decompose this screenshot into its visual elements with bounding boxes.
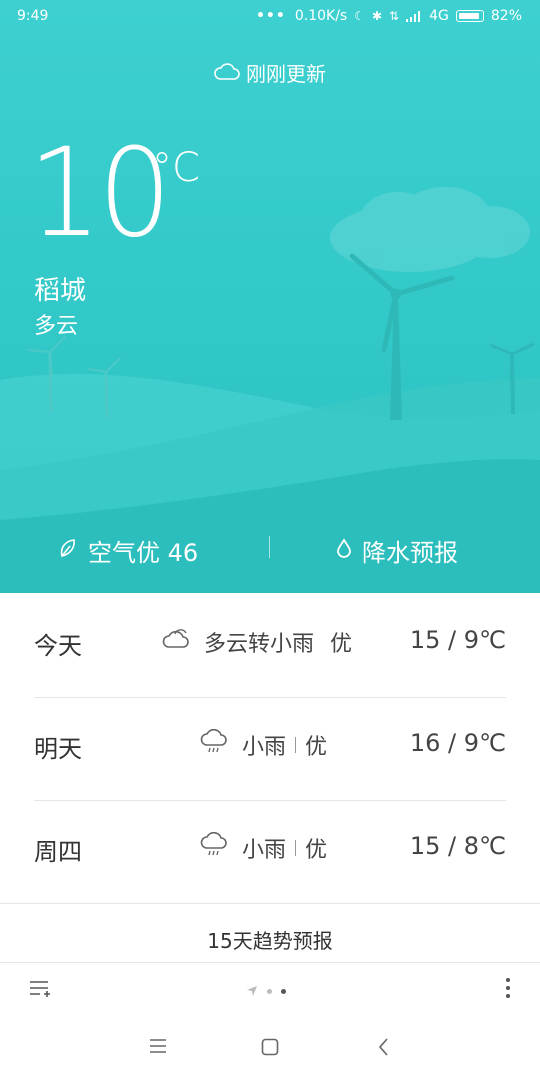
light-rain-icon xyxy=(200,728,228,761)
cloud-icon xyxy=(214,62,240,86)
data-arrows-icon: ⇅ xyxy=(389,9,400,23)
air-quality-label: 空气优 46 xyxy=(88,539,199,567)
update-status[interactable]: 刚刚更新 xyxy=(0,58,540,88)
signal-icon xyxy=(406,10,422,22)
section-divider xyxy=(0,903,540,904)
moon-icon: ☾ xyxy=(354,9,365,23)
update-status-label: 刚刚更新 xyxy=(246,62,326,86)
forecast-condition: 小雨 优 xyxy=(200,831,328,864)
home-icon[interactable] xyxy=(260,1037,280,1061)
forecast-row-thursday[interactable]: 周四 小雨 优 15 / 8℃ xyxy=(34,802,506,904)
temperature-unit: °C xyxy=(152,145,200,191)
status-time: 9:49 xyxy=(17,8,49,24)
more-dots-icon: ••• xyxy=(255,8,286,24)
air-quality-button[interactable]: 空气优 46 xyxy=(58,533,198,568)
menu-icon[interactable] xyxy=(148,1037,168,1059)
forecast-condition-label: 多云转小雨 xyxy=(204,632,315,657)
droplet-icon xyxy=(336,537,352,565)
forecast-air-quality: 优 xyxy=(330,632,353,657)
forecast-day: 今天 xyxy=(34,632,82,660)
forecast-temps: 16 / 9℃ xyxy=(409,729,506,757)
forecast-condition: 小雨 优 xyxy=(200,728,328,761)
status-bar: 9:49 ••• 0.10K/s ☾ ✱ ⇅ 4G 82% xyxy=(0,0,540,32)
back-icon[interactable] xyxy=(376,1037,392,1061)
cloudy-icon xyxy=(162,628,190,656)
battery-percent: 82% xyxy=(490,8,522,24)
page-dot xyxy=(267,989,272,994)
precipitation-forecast-button[interactable]: 降水预报 xyxy=(336,533,458,568)
fifteen-day-trend-link[interactable]: 15天趋势预报 xyxy=(0,925,540,954)
battery-icon xyxy=(455,10,484,22)
bluetooth-icon: ✱ xyxy=(371,9,383,23)
location-arrow-icon xyxy=(246,982,258,1001)
manage-cities-icon[interactable] xyxy=(28,978,52,1004)
forecast-condition-label: 小雨 xyxy=(242,735,287,760)
page-dot-active xyxy=(281,989,286,994)
separator xyxy=(295,840,297,856)
light-rain-icon xyxy=(200,831,228,864)
forecast-temps: 15 / 9℃ xyxy=(409,626,506,654)
page-indicator[interactable] xyxy=(246,982,286,1001)
forecast-day: 明天 xyxy=(34,735,82,763)
network-type: 4G xyxy=(429,8,449,24)
forecast-row-tomorrow[interactable]: 明天 小雨 优 16 / 9℃ xyxy=(34,699,506,801)
row-divider xyxy=(34,800,506,801)
forecast-day: 周四 xyxy=(34,838,82,866)
forecast-condition-label: 小雨 xyxy=(242,838,287,863)
city-name: 稻城 xyxy=(34,276,87,306)
forecast-temps: 15 / 8℃ xyxy=(409,832,506,860)
toolbar-divider xyxy=(0,962,540,963)
forecast-row-today[interactable]: 今天 多云转小雨 优 15 / 9℃ xyxy=(34,596,506,698)
forecast-condition: 多云转小雨 优 xyxy=(162,626,352,658)
forecast-air-quality: 优 xyxy=(305,838,328,863)
current-condition: 多云 xyxy=(34,314,79,339)
separator xyxy=(295,737,297,753)
network-speed: 0.10K/s xyxy=(294,8,348,24)
current-temperature: 10 xyxy=(28,122,172,264)
forecast-air-quality: 优 xyxy=(305,735,328,760)
summary-divider xyxy=(269,536,270,558)
status-indicators: ••• 0.10K/s ☾ ✱ ⇅ 4G 82% xyxy=(256,8,522,24)
row-divider xyxy=(34,697,506,698)
weather-hero: 9:49 ••• 0.10K/s ☾ ✱ ⇅ 4G 82% 刚刚更新 10 °C… xyxy=(0,0,540,593)
precipitation-label: 降水预报 xyxy=(362,539,458,567)
more-vertical-icon[interactable] xyxy=(500,976,516,1004)
leaf-icon xyxy=(58,537,78,565)
